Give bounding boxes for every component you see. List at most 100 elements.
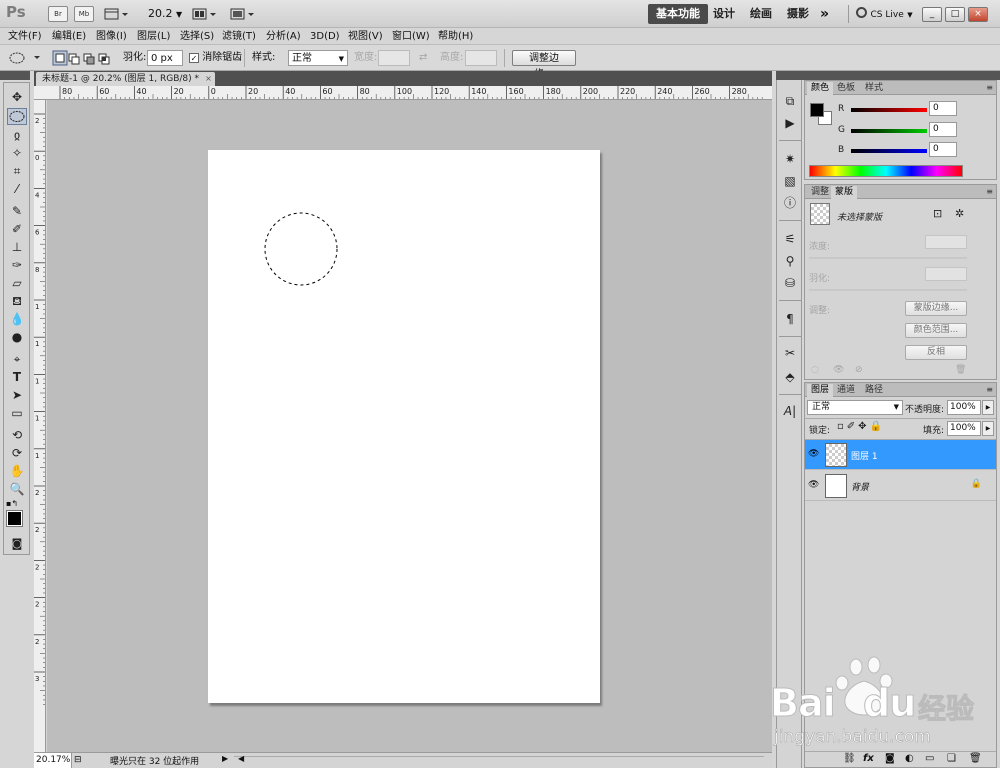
clone-source-panel-icon[interactable]: ⚲	[780, 252, 800, 270]
blue-value[interactable]: 0	[929, 142, 957, 157]
tab-adjustments[interactable]: 调整	[807, 186, 833, 199]
color-range-button[interactable]: 颜色范围...	[905, 323, 967, 338]
navigator-panel-icon[interactable]: ✷	[780, 150, 800, 168]
workspace-design[interactable]: 设计	[705, 4, 743, 24]
height-input[interactable]	[465, 50, 497, 66]
history-panel-icon[interactable]: ⧉	[780, 92, 800, 110]
view-mask-icon[interactable]: 👁	[833, 365, 844, 375]
path-selection-tool-icon[interactable]: ➤	[7, 387, 27, 404]
width-input[interactable]	[378, 50, 410, 66]
mask-panel-icon[interactable]: ⬘	[780, 368, 800, 386]
pen-tool-icon[interactable]: ⌖	[7, 351, 27, 368]
panel-menu-icon[interactable]: ≡	[986, 187, 993, 196]
add-mask-icon[interactable]: ◙	[885, 753, 895, 764]
feather-slider[interactable]	[809, 289, 967, 291]
workspace-photography[interactable]: 摄影	[779, 4, 817, 24]
invert-button[interactable]: 反相	[905, 345, 967, 360]
close-button[interactable]: ×	[968, 7, 988, 22]
default-colors-icon[interactable]: ▪↰	[6, 499, 18, 508]
load-selection-icon[interactable]: ◌	[811, 365, 819, 375]
green-value[interactable]: 0	[929, 122, 957, 137]
minibridge-button[interactable]: Mb	[74, 6, 94, 22]
tab-masks[interactable]: 蒙版	[831, 186, 858, 199]
type-tool-icon[interactable]: T	[7, 369, 27, 386]
brush-presets-panel-icon[interactable]: ⚟	[780, 230, 800, 248]
3d-rotate-tool-icon[interactable]: ⟲	[7, 427, 27, 444]
tool-presets-panel-icon[interactable]: ⛁	[780, 274, 800, 292]
quick-mask-icon[interactable]: ◙	[7, 535, 27, 552]
red-slider[interactable]	[851, 108, 927, 112]
info-panel-icon[interactable]: ⓘ	[780, 194, 800, 212]
link-layers-icon[interactable]: ⛓	[843, 753, 856, 764]
status-preview-icon[interactable]: ⊟	[74, 755, 82, 765]
pixel-mask-icon[interactable]: ⊡	[933, 207, 942, 220]
mask-edge-button[interactable]: 蒙版边缘...	[905, 301, 967, 316]
tab-styles[interactable]: 样式	[861, 82, 887, 95]
paragraph-panel-icon[interactable]: ¶	[780, 310, 800, 328]
fill-input[interactable]: 100%	[947, 421, 981, 436]
menu-layer[interactable]: 图层(L)	[137, 29, 170, 44]
history-brush-tool-icon[interactable]: ✑	[7, 257, 27, 274]
zoom-level-dropdown[interactable]: 20.2 ▼	[148, 5, 182, 23]
move-tool-icon[interactable]: ✥	[7, 89, 27, 106]
close-tab-icon[interactable]: ×	[204, 74, 213, 83]
tab-swatches[interactable]: 色板	[833, 82, 859, 95]
adjustment-layer-icon[interactable]: ◐	[905, 753, 914, 764]
paint-bucket-tool-icon[interactable]: ⛾	[7, 293, 27, 310]
menu-3d[interactable]: 3D(D)	[310, 29, 340, 44]
crop-tool-icon[interactable]: ⌗	[7, 163, 27, 180]
3d-orbit-tool-icon[interactable]: ⟳	[7, 445, 27, 462]
red-value[interactable]: 0	[929, 101, 957, 116]
layer-row-background[interactable]: 👁 背景 🔒	[805, 471, 996, 501]
menu-view[interactable]: 视图(V)	[348, 29, 383, 44]
color-ramp[interactable]	[809, 165, 963, 177]
zoom-status-field[interactable]: 20.17%	[34, 753, 72, 768]
foreground-color-swatch[interactable]	[6, 510, 23, 527]
horizontal-ruler[interactable]: 80 60 40 20 0 20 40 60 80 100 120 140 160 180 200 220 24…	[34, 86, 772, 100]
trash-icon[interactable]: 🗑	[969, 753, 982, 764]
foreground-swatch[interactable]	[810, 103, 824, 117]
more-workspaces-icon[interactable]: »	[820, 5, 829, 23]
antialias-checkbox[interactable]: ✓ 消除锯齿	[189, 50, 242, 66]
green-slider[interactable]	[851, 129, 927, 133]
menu-edit[interactable]: 编辑(E)	[52, 29, 86, 44]
rectangle-tool-icon[interactable]: ▭	[7, 405, 27, 422]
blue-slider[interactable]	[851, 149, 927, 153]
brush-tool-icon[interactable]: ✐	[7, 221, 27, 238]
feather-input[interactable]: 0 px	[147, 50, 183, 66]
document-tab[interactable]: 未标题-1 @ 20.2% (图层 1, RGB/8) * ×	[36, 72, 215, 86]
restore-button[interactable]: □	[945, 7, 965, 22]
panel-menu-icon[interactable]: ≡	[986, 385, 993, 394]
style-dropdown[interactable]: 正常 ▼	[288, 50, 348, 66]
dodge-tool-icon[interactable]: ●	[7, 329, 27, 346]
scroll-left-icon[interactable]: ◀	[238, 754, 244, 763]
toolbox-header[interactable]	[0, 71, 30, 80]
panel-menu-icon[interactable]: ≡	[986, 83, 993, 92]
disable-mask-icon[interactable]: ⊘	[855, 365, 863, 375]
visibility-eye-icon[interactable]: 👁	[808, 480, 819, 490]
group-icon[interactable]: ▭	[925, 753, 934, 764]
vector-mask-icon[interactable]: ✲	[955, 207, 964, 220]
tool-preset-picker[interactable]	[6, 50, 42, 66]
arrange-documents-menu[interactable]	[192, 5, 218, 23]
vertical-ruler[interactable]: 2 0 4 6 8 1 1 1 1 1 2 2 2 2 2 3	[34, 100, 46, 752]
panel-dock-header[interactable]	[776, 71, 1000, 80]
density-input[interactable]	[925, 235, 967, 249]
view-extras-menu[interactable]	[104, 5, 130, 23]
mask-feather-input[interactable]	[925, 267, 967, 281]
tab-layers[interactable]: 图层	[807, 384, 834, 397]
spot-healing-tool-icon[interactable]: ✎	[7, 203, 27, 220]
menu-window[interactable]: 窗口(W)	[392, 29, 430, 44]
blur-tool-icon[interactable]: 💧	[7, 311, 27, 328]
new-layer-icon[interactable]: ❏	[947, 753, 956, 764]
lasso-tool-icon[interactable]: ჲ	[7, 127, 27, 144]
elliptical-marquee-tool-icon[interactable]	[7, 108, 27, 125]
3d-panel-icon[interactable]: ✂	[780, 344, 800, 362]
hand-tool-icon[interactable]: ✋	[7, 463, 27, 480]
opacity-input[interactable]: 100%	[947, 400, 981, 415]
menu-analysis[interactable]: 分析(A)	[266, 29, 301, 44]
minimize-button[interactable]: _	[922, 7, 942, 22]
tab-channels[interactable]: 通道	[833, 384, 859, 397]
screen-mode-menu[interactable]	[230, 5, 256, 23]
fx-icon[interactable]: fx	[863, 753, 874, 764]
